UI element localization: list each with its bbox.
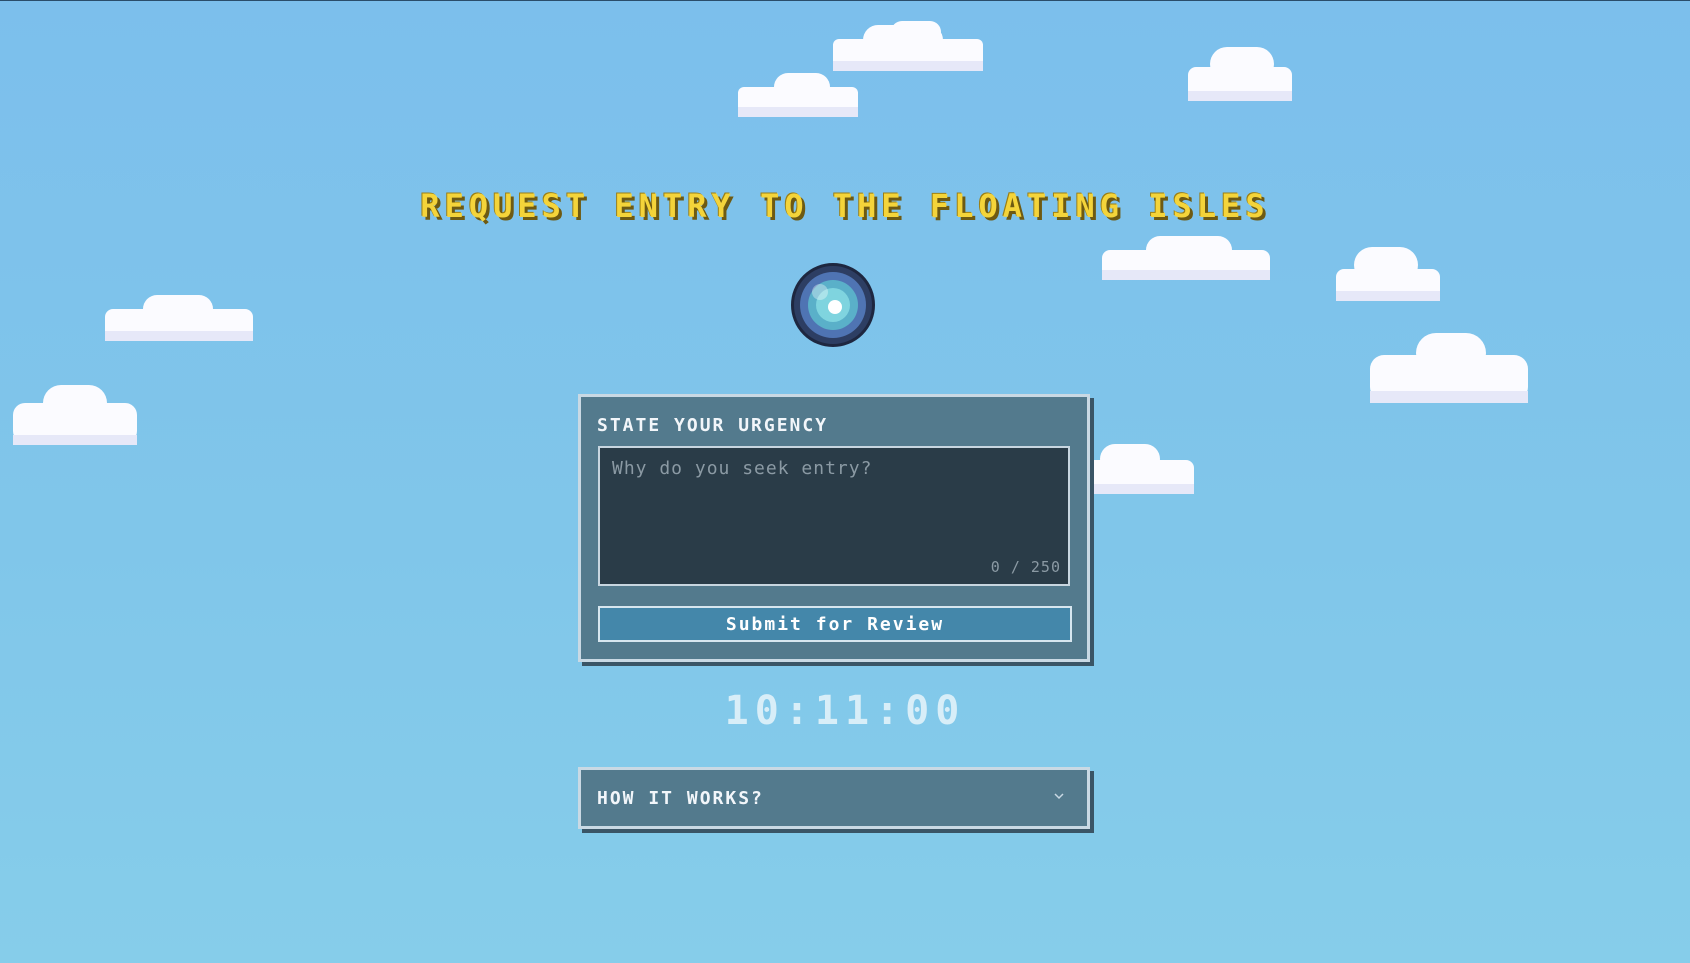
cloud (738, 71, 858, 119)
cloud (13, 385, 137, 449)
countdown-timer: 10:11:00 (724, 688, 966, 734)
cloud (1188, 47, 1292, 105)
urgency-form-panel: STATE YOUR URGENCY 0 / 250 Submit for Re… (578, 394, 1090, 662)
urgency-label: STATE YOUR URGENCY (597, 415, 829, 436)
cloud (1102, 234, 1270, 284)
how-it-works-toggle[interactable]: HOW IT WORKS? (578, 767, 1090, 829)
character-counter: 0 / 250 (990, 558, 1061, 576)
cloud (1370, 333, 1528, 407)
cloud (833, 21, 983, 73)
urgency-textarea-container: 0 / 250 (598, 446, 1070, 586)
chevron-down-icon (1054, 793, 1064, 800)
how-it-works-label: HOW IT WORKS? (597, 788, 764, 809)
cloud (105, 295, 253, 343)
cloud (1336, 247, 1440, 305)
glowing-orb-icon (791, 263, 875, 347)
submit-for-review-button[interactable]: Submit for Review (598, 606, 1072, 642)
page-title: REQUEST ENTRY TO THE FLOATING ISLES (420, 187, 1270, 225)
